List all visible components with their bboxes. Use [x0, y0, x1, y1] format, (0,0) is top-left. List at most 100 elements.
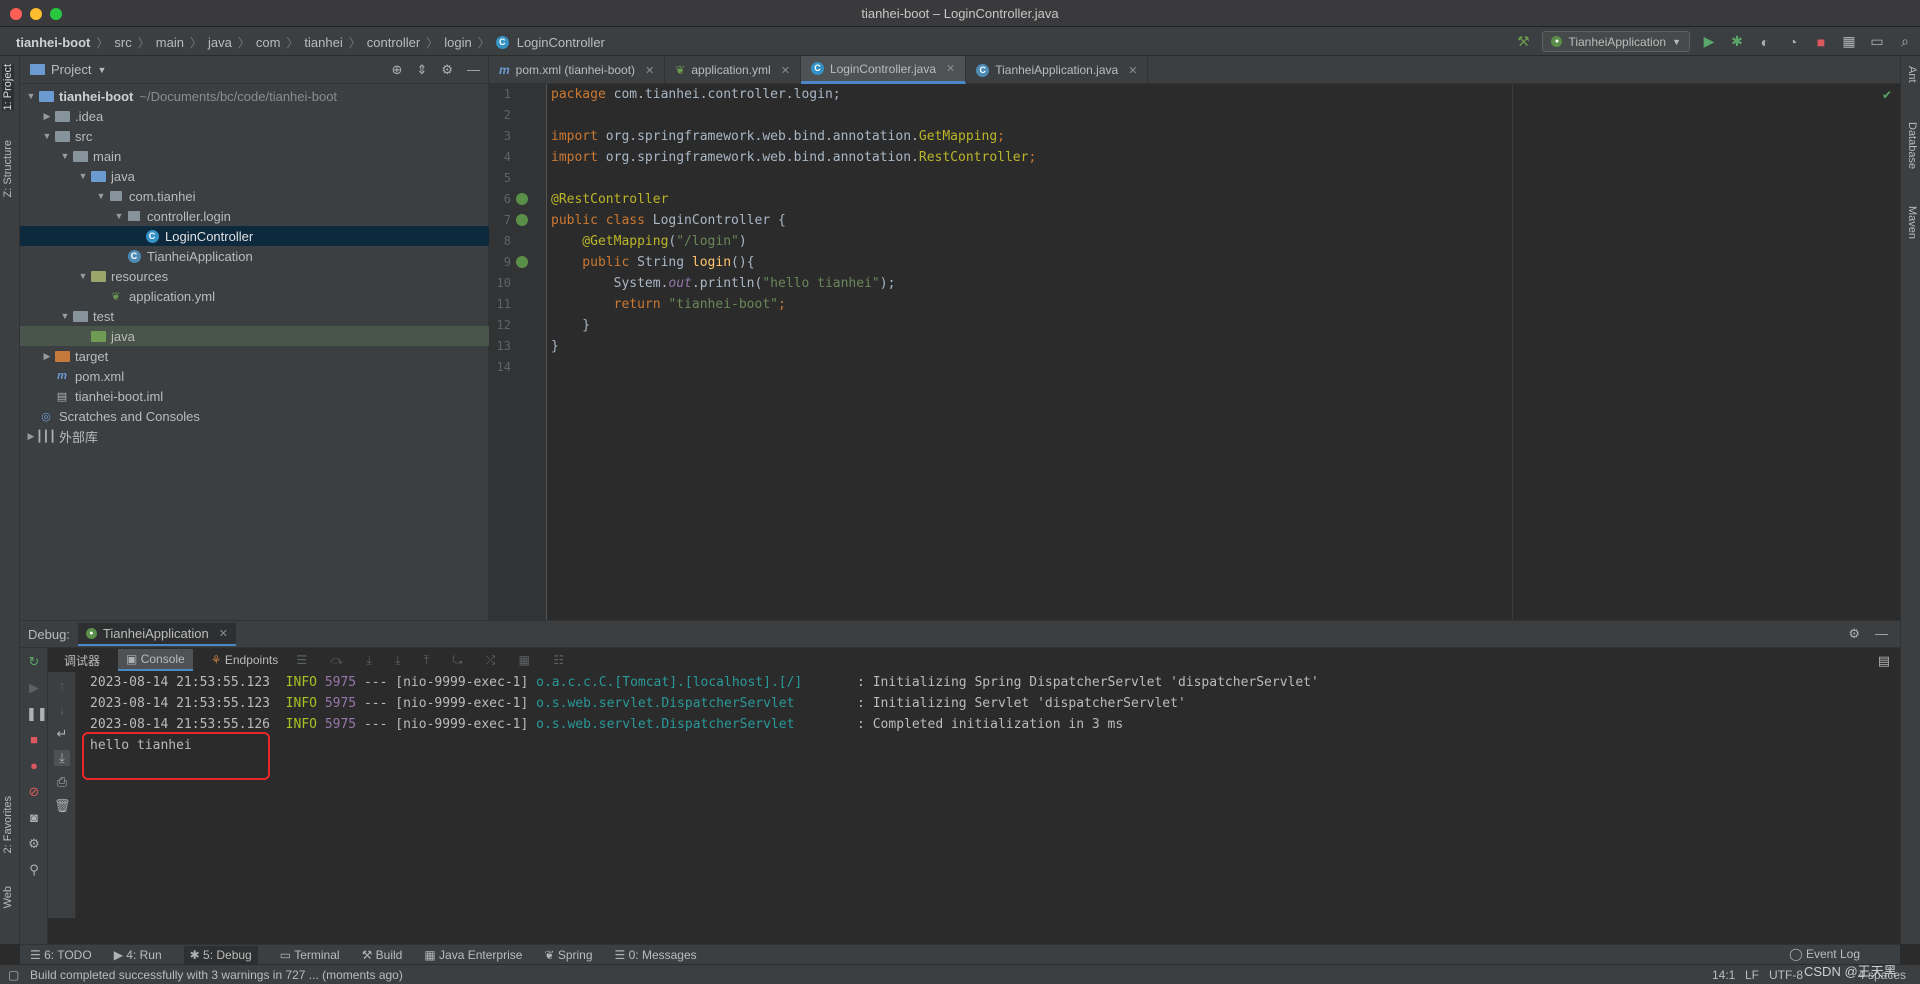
hide-panel-icon[interactable]: — [1875, 626, 1888, 641]
up-arrow-icon[interactable]: ↑ [54, 678, 70, 694]
down-arrow-icon[interactable]: ↓ [54, 702, 70, 718]
spring-bean-gutter-icon[interactable] [516, 193, 528, 205]
tab-console[interactable]: ▣ Console [118, 649, 193, 671]
expanded-arrow-icon[interactable]: ▼ [58, 311, 72, 321]
tool-tab-structure[interactable]: Z: Structure [2, 140, 14, 197]
tree-item-tianhei-application[interactable]: C TianheiApplication [20, 246, 489, 266]
tool-build[interactable]: ⚒ Build [362, 948, 403, 962]
tool-event-log[interactable]: ◯ Event Log [1789, 947, 1860, 961]
tab-debugger[interactable]: 调试器 [64, 652, 100, 669]
tab-login-controller[interactable]: C LoginController.java ✕ [800, 56, 967, 84]
project-panel-title[interactable]: Project [51, 62, 91, 77]
breadcrumb-project[interactable]: tianhei-boot [12, 35, 94, 50]
tree-item-external-libraries[interactable]: ▶ ┃┃┃ 外部库 [20, 426, 489, 446]
breadcrumb-class[interactable]: LoginController [513, 35, 609, 50]
soft-wrap-icon[interactable]: ↵ [54, 726, 70, 742]
tool-debug[interactable]: ✱ 5: Debug [183, 945, 258, 964]
rerun-icon[interactable]: ↻ [26, 654, 42, 670]
tree-item-target[interactable]: ▶ target [20, 346, 489, 366]
tool-tab-ant[interactable]: Ant [1906, 66, 1918, 83]
code-editor[interactable]: package com.tianhei.controller.login; im… [548, 84, 1900, 620]
collapsed-arrow-icon[interactable]: ▶ [40, 351, 54, 362]
tree-item-login-controller[interactable]: C LoginController [20, 226, 489, 246]
scroll-to-end-icon[interactable]: ⤓ [54, 750, 70, 766]
chevron-down-icon[interactable]: ▼ [97, 65, 106, 75]
tree-item-controller-login[interactable]: ▼ controller.login [20, 206, 489, 226]
debug-session-tab[interactable]: ● TianheiApplication ✕ [77, 622, 236, 646]
tool-tab-project[interactable]: 1: Project [2, 64, 14, 111]
gear-icon[interactable]: ⚙ [441, 62, 453, 78]
breadcrumb-src[interactable]: src [110, 35, 135, 50]
profile-icon[interactable]: ◔ [1784, 33, 1802, 51]
console-output[interactable]: 2023-08-14 21:53:55.123 INFO 5975 --- [n… [76, 672, 1876, 918]
breadcrumb-com[interactable]: com [252, 35, 285, 50]
tab-tianhei-application[interactable]: C TianheiApplication.java ✕ [966, 56, 1149, 84]
coverage-icon[interactable]: ◐ [1756, 33, 1774, 51]
expanded-arrow-icon[interactable]: ▼ [58, 151, 72, 161]
breadcrumb-login[interactable]: login [440, 35, 475, 50]
stop-icon[interactable]: ■ [1812, 33, 1830, 51]
view-breakpoints-icon[interactable]: ● [26, 758, 42, 774]
breadcrumb-tianhei[interactable]: tianhei [300, 35, 346, 50]
inspection-ok-icon[interactable]: ✔ [1882, 88, 1892, 102]
tool-tab-maven[interactable]: Maven [1906, 206, 1918, 239]
tool-todo[interactable]: ☰ 6: TODO [30, 948, 92, 962]
pin-icon[interactable]: ⚲ [26, 862, 42, 878]
trash-icon[interactable]: 🗑 [54, 798, 71, 814]
mute-breakpoints-icon[interactable]: ⊘ [26, 784, 42, 800]
gear-icon[interactable]: ⚙ [1848, 626, 1860, 642]
tree-item-com-tianhei[interactable]: ▼ com.tianhei [20, 186, 489, 206]
tree-item-test[interactable]: ▼ test [20, 306, 489, 326]
expanded-arrow-icon[interactable]: ▼ [40, 131, 54, 141]
tool-run[interactable]: ▶ 4: Run [114, 948, 162, 962]
gear-icon[interactable]: ⚙ [26, 836, 42, 852]
tool-java-enterprise[interactable]: ▦ Java Enterprise [424, 948, 522, 962]
build-hammer-icon[interactable]: ⚒ [1514, 33, 1532, 51]
print-icon[interactable]: ⎙ [54, 774, 70, 790]
status-message[interactable]: Build completed successfully with 3 warn… [30, 968, 403, 982]
tool-tab-database[interactable]: Database [1906, 122, 1918, 169]
close-icon[interactable]: ✕ [781, 64, 790, 77]
tab-endpoints[interactable]: ⚘ Endpoints [211, 653, 278, 667]
tool-messages[interactable]: ☰ 0: Messages [615, 948, 697, 962]
close-icon[interactable]: ✕ [1128, 64, 1137, 77]
collapsed-arrow-icon[interactable]: ▶ [40, 111, 54, 122]
pause-icon[interactable]: ❚❚ [26, 706, 48, 722]
caret-position[interactable]: 14:1 [1712, 968, 1735, 982]
tree-item-iml[interactable]: ▤ tianhei-boot.iml [20, 386, 489, 406]
project-structure-icon[interactable]: ▦ [1840, 33, 1858, 51]
file-encoding[interactable]: UTF-8 [1769, 968, 1803, 982]
tab-pom-xml[interactable]: m pom.xml (tianhei-boot) ✕ [489, 56, 666, 84]
locate-target-icon[interactable]: ⊕ [392, 62, 403, 78]
panel-toggle-icon[interactable]: ▢ [8, 968, 19, 982]
tree-item-application-yml[interactable]: ❦ application.yml [20, 286, 489, 306]
tree-item-test-java[interactable]: java [20, 326, 489, 346]
camera-icon[interactable]: ◙ [26, 810, 42, 826]
run-config-select[interactable]: ● TianheiApplication ▼ [1542, 31, 1690, 52]
search-icon[interactable]: ⌕ [1896, 33, 1914, 51]
tool-tab-favorites[interactable]: 2: Favorites [2, 796, 14, 853]
line-separator[interactable]: LF [1745, 968, 1759, 982]
tree-item-main[interactable]: ▼ main [20, 146, 489, 166]
tool-terminal[interactable]: ▭ Terminal [280, 948, 340, 962]
run-icon[interactable]: ▶ [1700, 33, 1718, 51]
tool-tab-web[interactable]: Web [2, 886, 14, 908]
breadcrumb-java[interactable]: java [204, 35, 236, 50]
expanded-arrow-icon[interactable]: ▼ [24, 91, 38, 101]
stop-icon[interactable]: ■ [26, 732, 42, 748]
collapse-all-icon[interactable]: ⇕ [416, 62, 427, 78]
layout-settings-icon[interactable]: ▤ [1878, 653, 1890, 669]
tree-item-resources[interactable]: ▼ resources [20, 266, 489, 286]
layout-icon[interactable]: ▭ [1868, 33, 1886, 51]
tree-item-scratches[interactable]: ◎ Scratches and Consoles [20, 406, 489, 426]
debug-bug-icon[interactable]: ✱ [1728, 33, 1746, 51]
expanded-arrow-icon[interactable]: ▼ [76, 171, 90, 181]
tool-spring[interactable]: ❦ Spring [544, 948, 592, 962]
close-icon[interactable]: ✕ [645, 64, 654, 77]
close-icon[interactable]: ✕ [219, 627, 228, 640]
expanded-arrow-icon[interactable]: ▼ [112, 211, 126, 221]
spring-endpoint-gutter-icon[interactable] [516, 256, 528, 268]
tree-item-java[interactable]: ▼ java [20, 166, 489, 186]
spring-bean-gutter-icon[interactable] [516, 214, 528, 226]
close-icon[interactable]: ✕ [946, 62, 955, 75]
